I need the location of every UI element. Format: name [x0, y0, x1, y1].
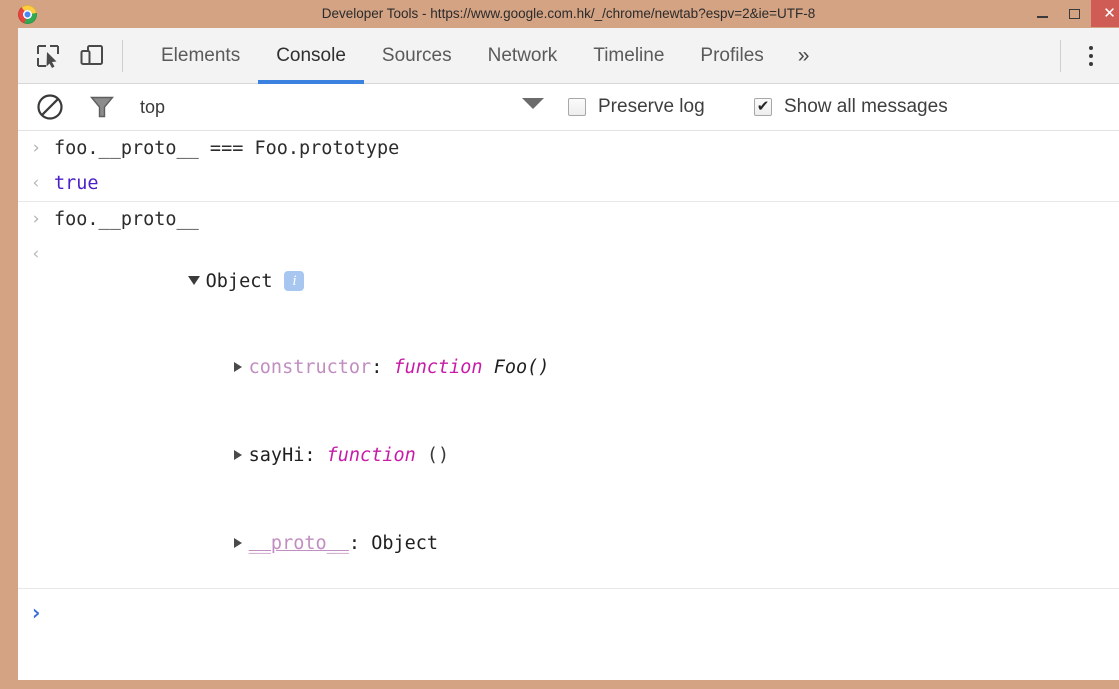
console-entry-group: › foo.__proto__ ‹ Object i constructor: f… [18, 202, 1119, 589]
clear-console-glyph [37, 94, 63, 120]
expand-triangle-icon[interactable] [233, 362, 242, 372]
tab-label: Elements [161, 44, 241, 66]
menu-dot [1089, 53, 1093, 58]
preserve-log-checkbox[interactable]: ✔ [568, 98, 586, 116]
inspect-element-glyph [37, 44, 59, 68]
minimize-button[interactable] [1026, 0, 1059, 27]
tab-console[interactable]: Console [258, 28, 364, 84]
console-prompt-row[interactable]: › [18, 589, 1119, 627]
tab-overflow-chevron-icon[interactable]: » [782, 28, 826, 84]
console-output[interactable]: › foo.__proto__ === Foo.prototype ‹ true… [18, 131, 1119, 679]
show-all-messages-label: Show all messages [784, 96, 948, 117]
close-icon: ✕ [1103, 5, 1116, 22]
console-input-line[interactable]: › foo.__proto__ === Foo.prototype [18, 131, 1119, 166]
window-title: Developer Tools - https://www.google.com… [321, 6, 816, 21]
tab-elements[interactable]: Elements [143, 28, 258, 84]
console-output-line: ‹ true [18, 166, 1119, 201]
property-value: () [415, 445, 450, 466]
checkbox-tick-icon: ✔ [756, 97, 770, 115]
object-label: Object [205, 271, 273, 292]
property-key: __proto__ [248, 533, 349, 554]
property-keyword: function [393, 357, 483, 378]
tab-label: Sources [381, 44, 452, 66]
property-value: Foo() [482, 357, 550, 378]
output-marker-icon: ‹ [30, 173, 42, 193]
tab-label: Profiles [700, 44, 764, 66]
title-bar: Developer Tools - https://www.google.com… [9, 0, 1119, 28]
chevron-down-icon[interactable] [522, 98, 544, 109]
maximize-button[interactable] [1058, 0, 1091, 27]
tab-label: Console [276, 44, 346, 66]
console-entry-group: › foo.__proto__ === Foo.prototype ‹ true [18, 131, 1119, 202]
devtools-panel: Elements Console Sources Network Timelin… [18, 28, 1119, 680]
maximize-icon [1069, 8, 1080, 19]
inspect-element-icon[interactable] [26, 34, 70, 78]
object-property-row[interactable]: constructor: function Foo() [18, 324, 1119, 412]
tab-network[interactable]: Network [470, 28, 576, 84]
device-toolbar-icon[interactable] [70, 34, 114, 78]
close-button[interactable]: ✕ [1091, 0, 1119, 27]
filter-funnel-glyph [89, 96, 115, 118]
property-value: Object [371, 533, 439, 554]
expand-triangle-icon[interactable] [233, 450, 242, 460]
object-property-row[interactable]: __proto__: Object [18, 500, 1119, 588]
preserve-log-checkbox-group[interactable]: ✔ Preserve log [568, 96, 705, 118]
property-separator: : [304, 445, 327, 466]
property-key: constructor [248, 357, 372, 378]
more-options-icon[interactable] [1069, 34, 1113, 78]
console-input-text: foo.__proto__ === Foo.prototype [54, 138, 400, 159]
expand-triangle-icon[interactable] [187, 276, 200, 285]
preserve-log-label: Preserve log [598, 96, 705, 117]
devtools-tabstrip: Elements Console Sources Network Timelin… [18, 28, 1119, 84]
property-separator: : [371, 357, 394, 378]
expand-triangle-icon[interactable] [233, 538, 242, 548]
devtools-window: Developer Tools - https://www.google.com… [0, 0, 1119, 689]
tab-timeline[interactable]: Timeline [575, 28, 682, 84]
prompt-caret-icon: › [29, 601, 43, 626]
execution-context-selector[interactable]: top [140, 97, 165, 118]
property-separator: : [348, 533, 372, 554]
clear-console-icon[interactable] [30, 87, 70, 127]
show-all-messages-checkbox[interactable]: ✔ [754, 98, 772, 116]
console-output-value: true [54, 173, 99, 194]
toolbar-divider [1060, 39, 1061, 72]
menu-dot [1089, 61, 1093, 66]
object-property-row[interactable]: sayHi: function () [18, 412, 1119, 500]
show-all-messages-checkbox-group[interactable]: ✔ Show all messages [754, 96, 948, 118]
minimize-icon [1037, 16, 1048, 18]
tab-list: Elements Console Sources Network Timelin… [143, 28, 825, 84]
info-badge-icon[interactable]: i [284, 270, 305, 291]
console-input-text: foo.__proto__ [54, 209, 199, 230]
property-keyword: function [326, 445, 416, 466]
menu-dot [1089, 45, 1093, 50]
tab-label: Network [487, 44, 558, 66]
output-marker-icon: ‹ [30, 244, 42, 264]
input-marker-icon: › [30, 209, 42, 229]
tab-sources[interactable]: Sources [364, 28, 470, 84]
input-marker-icon: › [30, 138, 42, 158]
execution-context-label: top [140, 96, 166, 117]
device-toolbar-glyph [80, 44, 103, 65]
property-key: sayHi [248, 445, 305, 466]
filter-funnel-icon[interactable] [82, 87, 122, 127]
console-input-line[interactable]: › foo.__proto__ [18, 202, 1119, 237]
console-filter-bar: top ✔ Preserve log ✔ Show all messages [18, 84, 1119, 131]
tab-label: Timeline [593, 44, 665, 66]
tab-profiles[interactable]: Profiles [682, 28, 781, 84]
console-prompt-input[interactable] [54, 601, 1119, 627]
console-object-line[interactable]: ‹ Object i [18, 237, 1119, 324]
toolbar-divider [122, 39, 123, 72]
tabstrip-right-group [1052, 28, 1119, 84]
